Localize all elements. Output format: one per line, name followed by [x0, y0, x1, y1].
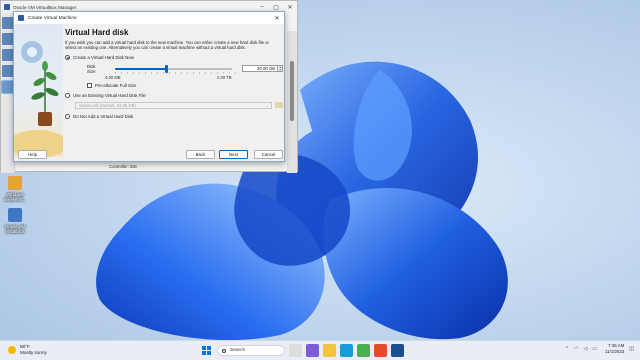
storage-controller-text: Controller: IDE: [109, 164, 138, 169]
disk-size-max: 2.00 TB: [217, 74, 232, 80]
radio-no-disk-label: Do Not Add a Virtual Hard Disk: [73, 113, 134, 119]
minimize-icon[interactable]: –: [255, 4, 269, 11]
radio-existing-disk[interactable]: Use an Existing Virtual Hard Disk File: [65, 92, 283, 98]
disk-size-input[interactable]: 20.00 GB: [241, 65, 279, 73]
close-icon[interactable]: ✕: [283, 4, 297, 11]
existing-disk-value: ubuntu.vdi (Normal, 81.35 GB): [79, 102, 136, 108]
help-button[interactable]: Help: [18, 150, 47, 159]
next-button[interactable]: Next: [219, 150, 248, 159]
wizard-page: Virtual Hard disk If you wish you can ad…: [65, 26, 283, 119]
radio-selected-indicator[interactable]: [65, 54, 70, 60]
store-icon[interactable]: [357, 344, 370, 357]
sun-icon: [8, 345, 16, 354]
edge-icon[interactable]: [340, 344, 353, 357]
dialog-footer: Help Back Next Cancel: [14, 147, 284, 161]
preallocate-label: Pre-allocate Full Size: [95, 82, 137, 88]
existing-disk-select[interactable]: ubuntu.vdi (Normal, 81.35 GB) ⌄: [75, 101, 273, 109]
weather-condition: Mostly sunny: [20, 349, 47, 355]
folder-icon[interactable]: [275, 102, 283, 109]
firefox-icon[interactable]: [374, 344, 387, 357]
maximize-icon[interactable]: ▢: [269, 4, 283, 11]
file-explorer-icon[interactable]: [323, 344, 336, 357]
dialog-title: Create Virtual Machine: [28, 15, 77, 21]
scrollbar-thumb[interactable]: [290, 61, 294, 121]
manager-title: Oracle VM VirtualBox Manager: [13, 4, 77, 10]
wifi-icon[interactable]: ◠: [574, 346, 578, 352]
taskbar-search[interactable]: Search: [217, 345, 285, 356]
teams-icon[interactable]: [306, 344, 319, 357]
page-description: If you wish you can add a virtual hard d…: [65, 40, 269, 51]
radio-indicator[interactable]: [65, 92, 70, 98]
disk-size-label: Disk Size:: [87, 63, 97, 74]
windows-logo-icon: [202, 346, 211, 355]
search-icon: [222, 348, 226, 353]
radio-no-disk[interactable]: Do Not Add a Virtual Hard Disk: [65, 113, 283, 119]
taskbar-apps: Search: [200, 344, 408, 357]
close-icon[interactable]: ✕: [270, 15, 284, 22]
disk-size-range: 4.00 MB 2.00 TB: [105, 74, 255, 80]
disk-size-min: 4.00 MB: [105, 74, 121, 80]
notification-icon[interactable]: ◫: [629, 346, 634, 352]
disk-size-slider[interactable]: [115, 64, 238, 74]
desktop-icon-virtualbox[interactable]: Oracle VM VirtualBox: [0, 208, 30, 234]
radio-create-disk[interactable]: Create a Virtual Hard Disk Now: [65, 54, 283, 60]
search-placeholder: Search: [230, 348, 246, 353]
start-button[interactable]: [200, 344, 213, 357]
desktop-icon-label: Oracle VM VirtualBox: [4, 224, 26, 234]
slider-fill: [115, 67, 167, 70]
system-tray: ⌃ ◠ ◁ ▭ 7:35 AM 11/1/2023 ◫: [560, 343, 634, 355]
virtualbox-logo-icon: [4, 4, 10, 10]
volume-icon[interactable]: ◁: [583, 346, 587, 352]
virtualbox-taskbar-icon[interactable]: [391, 344, 404, 357]
create-vm-dialog: Create Virtual Machine ✕ Virtual Hard di…: [8, 11, 285, 162]
chevron-down-icon: ⌄: [265, 102, 270, 108]
cancel-button[interactable]: Cancel: [254, 150, 283, 159]
back-button[interactable]: Back: [186, 150, 215, 159]
wizard-illustration: [8, 24, 68, 158]
checkbox-box[interactable]: [87, 82, 92, 88]
task-view-icon[interactable]: [289, 344, 302, 357]
virtualbox-icon: [8, 208, 22, 222]
chevron-up-icon[interactable]: ⌃: [565, 346, 569, 352]
disk-size-spinner[interactable]: ▴ ▾: [278, 65, 283, 73]
dialog-titlebar: Create Virtual Machine ✕: [14, 12, 284, 24]
desktop-icon-label: Windows Weekend...: [4, 192, 26, 202]
preallocate-checkbox[interactable]: Pre-allocate Full Size: [87, 82, 283, 88]
radio-existing-disk-label: Use an Existing Virtual Hard Disk File: [73, 92, 146, 98]
virtualbox-logo-icon: [18, 15, 24, 21]
desktop-icon-weekend[interactable]: Windows Weekend...: [0, 176, 30, 202]
clock[interactable]: 7:35 AM 11/1/2023: [605, 343, 624, 355]
clock-date: 11/1/2023: [605, 349, 625, 354]
existing-file-row: ubuntu.vdi (Normal, 81.35 GB) ⌄: [75, 101, 283, 109]
folder-icon: [8, 176, 22, 190]
weather-widget[interactable]: 58°F Mostly sunny: [8, 344, 47, 355]
taskbar: 58°F Mostly sunny Search ⌃ ◠ ◁ ▭ 7:35 AM…: [0, 340, 640, 360]
radio-indicator[interactable]: [65, 113, 70, 119]
manager-scrollbar[interactable]: [287, 31, 297, 173]
disk-size-row: Disk Size: 20.00 GB ▴ ▾: [87, 64, 283, 74]
radio-create-disk-label: Create a Virtual Hard Disk Now: [73, 54, 134, 60]
plant-illustration-icon: [8, 41, 68, 158]
battery-icon[interactable]: ▭: [592, 346, 597, 352]
page-title: Virtual Hard disk: [65, 28, 129, 37]
